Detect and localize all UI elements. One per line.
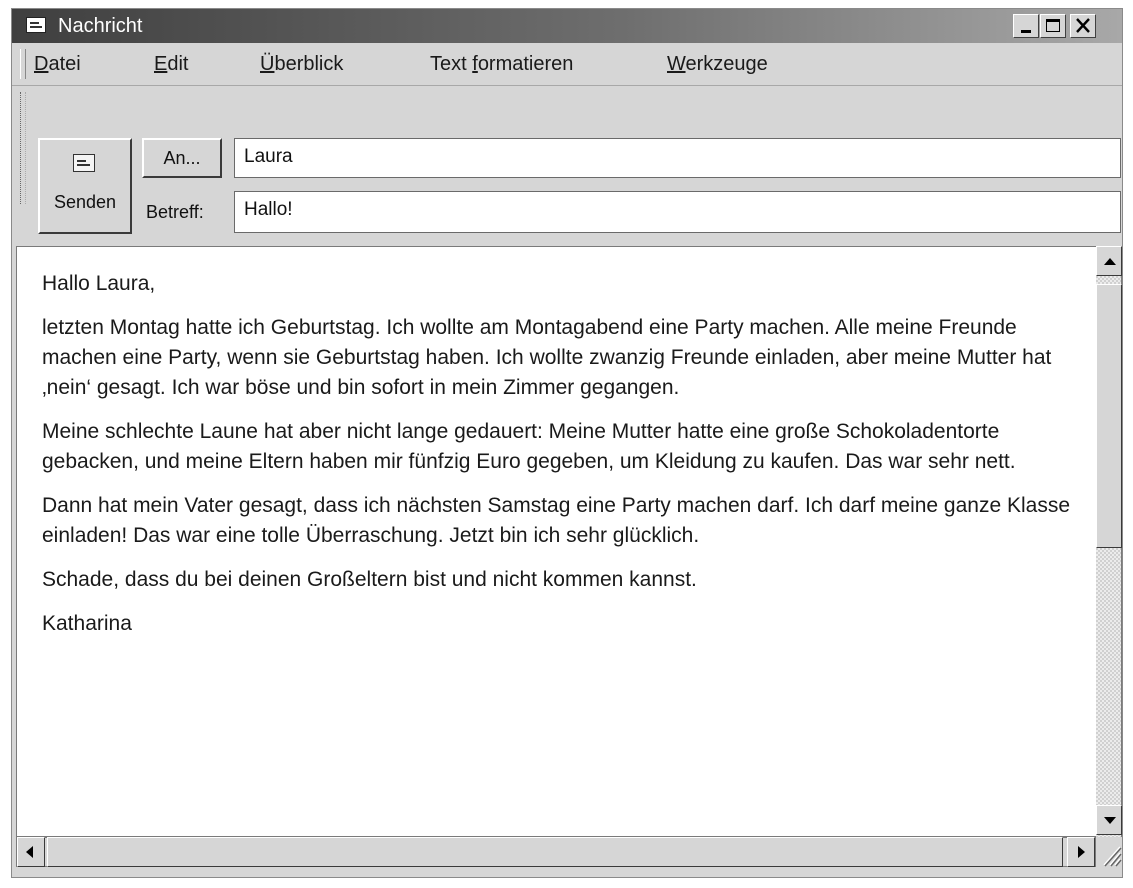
arrow-right-icon [1078,846,1085,858]
subject-label: Betreff: [146,202,204,222]
minimize-icon [1021,30,1031,33]
title-bar[interactable]: Nachricht [12,9,1122,43]
body-paragraph-2: Meine schlechte Laune hat aber nicht lan… [42,420,1016,473]
vertical-scrollbar[interactable] [1096,246,1122,837]
horizontal-scroll-thumb[interactable] [47,837,1063,867]
message-text: Hallo Laura, letzten Montag hatte ich Ge… [42,269,1092,653]
close-icon [1076,18,1090,33]
subject-field[interactable]: Hallo! [234,191,1121,233]
arrow-left-icon [26,846,33,858]
scroll-left-button[interactable] [17,837,45,867]
resize-grip[interactable] [1096,837,1122,867]
menu-ueberblick[interactable]: Überblick [260,52,343,76]
send-label: Senden [53,192,117,212]
menu-werkzeuge[interactable]: Werkzeuge [667,52,768,76]
window-title: Nachricht [58,15,143,37]
arrow-up-icon [1104,258,1116,265]
menu-text-formatieren[interactable]: Text formatieren [430,52,573,76]
arrow-down-icon [1104,817,1116,824]
body-paragraph-4: Schade, dass du bei deinen Großeltern bi… [42,568,697,591]
maximize-button[interactable] [1040,14,1066,38]
message-window: Nachricht Datei Edit Überblick Text form… [11,8,1123,878]
toolbar-grip[interactable] [20,92,26,204]
body-paragraph-1: letzten Montag hatte ich Geburtstag. Ich… [42,316,1052,399]
greeting: Hallo Laura, [42,272,156,295]
close-button[interactable] [1070,14,1096,38]
to-button[interactable]: An... [142,138,222,178]
scroll-right-button[interactable] [1067,837,1095,867]
scroll-down-button[interactable] [1096,805,1122,835]
compose-header: Senden An... Laura Betreff: Hallo! [12,86,1122,246]
menu-datei[interactable]: Datei [34,52,81,76]
maximize-icon [1046,19,1060,32]
horizontal-scrollbar[interactable] [16,837,1096,867]
to-field[interactable]: Laura [234,138,1121,178]
minimize-button[interactable] [1013,14,1039,38]
body-paragraph-3: Dann hat mein Vater gesagt, dass ich näc… [42,494,1071,547]
resize-grip-icon [1103,846,1122,867]
message-body[interactable]: Hallo Laura, letzten Montag hatte ich Ge… [16,246,1096,837]
envelope-icon [26,17,46,33]
envelope-icon [73,154,95,172]
scroll-up-button[interactable] [1096,246,1122,276]
vertical-scroll-thumb[interactable] [1096,284,1122,548]
menu-bar: Datei Edit Überblick Text formatieren We… [12,43,1122,86]
menubar-grip[interactable] [20,49,26,79]
signature: Katharina [42,612,132,635]
send-button[interactable]: Senden [38,138,132,234]
menu-edit[interactable]: Edit [154,52,188,76]
